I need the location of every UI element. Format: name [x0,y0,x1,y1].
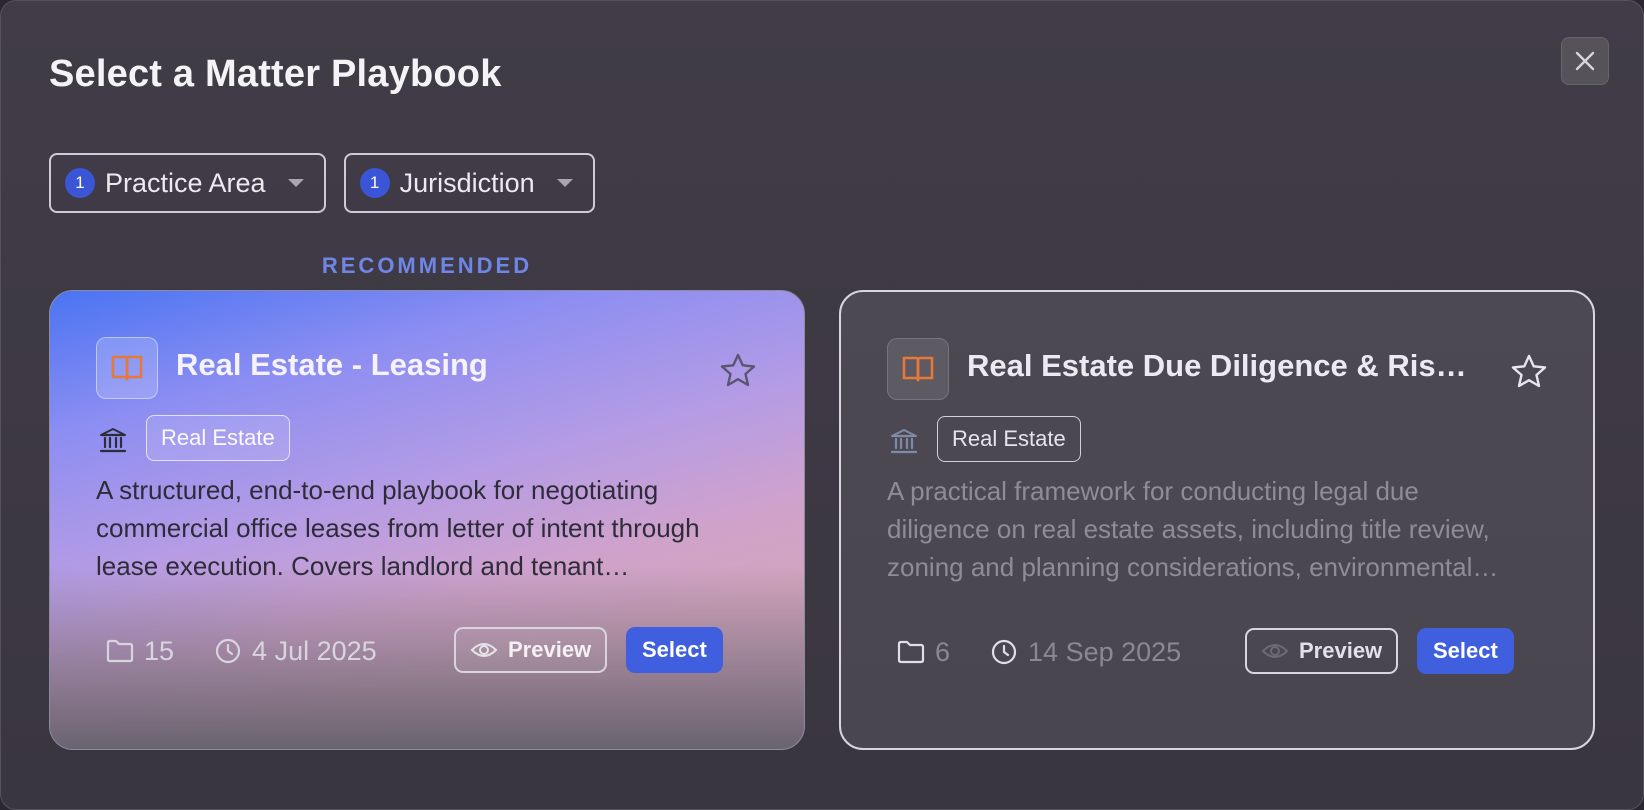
folder-count: 15 [144,635,175,666]
preview-label: Preview [508,637,592,662]
playbook-icon-tile [96,337,158,399]
folder-icon [106,639,134,663]
book-icon [111,355,143,381]
star-icon[interactable] [1509,352,1549,392]
filter-count-badge: 1 [65,168,95,198]
playbook-meta: 15 4 Jul 2025 [106,631,377,671]
playbook-title: Real Estate - Leasing [176,347,488,382]
filter-label: Jurisdiction [399,167,535,198]
select-button[interactable]: Select [1417,628,1514,674]
eye-icon [470,643,498,657]
playbook-card[interactable]: Real Estate - Leasing Real Estate A stru… [49,290,805,750]
playbook-modal: Select a Matter Playbook 1 Practice Area… [0,0,1644,810]
modal-title: Select a Matter Playbook [49,53,502,95]
jurisdiction-filter[interactable]: 1 Jurisdiction [343,153,595,213]
playbook-card[interactable]: Real Estate Due Diligence & Risk Assessm… [839,290,1595,750]
filter-label: Practice Area [105,167,266,198]
updated-date: 4 Jul 2025 [252,635,377,666]
playbook-meta: 6 14 Sep 2025 [897,632,1181,672]
preview-button[interactable]: Preview [1245,628,1399,674]
folder-icon [897,640,925,664]
updated-date: 14 Sep 2025 [1028,636,1182,667]
practice-area-tag: Real Estate [937,416,1081,462]
chevron-down-icon [287,179,304,187]
eye-icon [1261,644,1289,658]
close-icon [1575,51,1595,71]
jurisdiction-icon [99,428,127,453]
close-button[interactable] [1561,37,1609,85]
chevron-down-icon [556,179,573,187]
playbook-description: A structured, end-to-end playbook for ne… [96,475,700,581]
playbook-icon-tile [887,338,949,400]
book-icon [902,356,934,382]
star-icon[interactable] [718,351,758,391]
practice-area-filter[interactable]: 1 Practice Area [49,153,326,213]
filter-count-badge: 1 [359,168,390,198]
preview-button[interactable]: Preview [454,627,608,673]
jurisdiction-icon [890,429,918,454]
folder-count: 6 [935,636,951,667]
playbook-title: Real Estate Due Diligence & Risk Assessm… [967,348,1467,383]
clock-icon [991,639,1017,665]
preview-label: Preview [1299,638,1383,663]
recommended-label: RECOMMENDED [321,253,533,278]
clock-icon [215,638,241,664]
practice-area-tag: Real Estate [146,415,290,461]
select-button[interactable]: Select [626,627,723,673]
filter-bar: 1 Practice Area 1 Jurisdiction [49,153,595,213]
playbook-description: A practical framework for conducting leg… [887,476,1490,582]
